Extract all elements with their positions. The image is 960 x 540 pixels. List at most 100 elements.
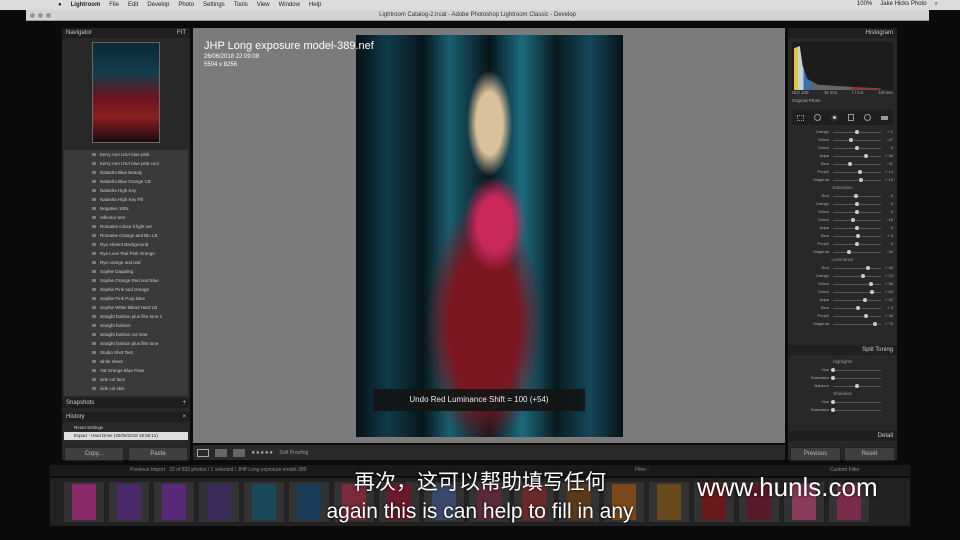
navigator-thumbnail[interactable]	[92, 42, 160, 143]
slider-knob[interactable]	[860, 274, 865, 278]
slider-value[interactable]: + 5	[887, 233, 893, 238]
slider-value[interactable]: 0	[891, 145, 893, 150]
preset-item[interactable]: Yat Orange Blue Pass	[64, 366, 188, 375]
slider-knob[interactable]	[855, 210, 859, 214]
preset-item[interactable]: Rye orange and teal	[64, 258, 188, 267]
slider-knob[interactable]	[846, 250, 851, 254]
slider-knob[interactable]	[855, 242, 859, 246]
history-item-selected[interactable]: Export - Hard Drive (30/06/2018 18:50:11…	[64, 432, 188, 440]
compare-view-icon[interactable]	[215, 448, 227, 457]
detail-header[interactable]: Detail	[788, 431, 897, 441]
slider-knob[interactable]	[855, 226, 859, 230]
preset-item[interactable]: Sophie Orange Red and Blue	[64, 276, 188, 285]
preset-item[interactable]: straight fashion	[64, 321, 188, 330]
history-header[interactable]: History ×	[62, 412, 190, 422]
slider-value[interactable]: + 14	[885, 169, 893, 174]
preset-item[interactable]: Studio Shot Test	[64, 348, 188, 357]
split-toning-header[interactable]: Split Toning	[788, 345, 897, 355]
preset-item[interactable]: Sophie White Blend Hard LB	[64, 303, 188, 312]
window-controls[interactable]	[30, 13, 51, 18]
slider-knob[interactable]	[855, 130, 860, 134]
loupe-view-icon[interactable]	[197, 448, 209, 457]
preset-item[interactable]: Romaine Orange and Blu LB	[64, 231, 188, 240]
apple-icon[interactable]: ●	[58, 2, 62, 8]
luminance-slider-green[interactable]: Green + 63	[788, 288, 897, 296]
luminance-slider-yellow[interactable]: Yellow + 58	[788, 280, 897, 288]
preset-item[interactable]: Negative 100L	[64, 204, 188, 213]
shadows-saturation-slider[interactable]: Saturation	[788, 406, 897, 414]
luminance-slider-orange[interactable]: Orange + 23	[788, 272, 897, 280]
luminance-slider-red[interactable]: Red + 46	[788, 264, 897, 272]
preset-item[interactable]: Natasha Blue Orange CB	[64, 177, 188, 186]
slider-knob[interactable]	[866, 266, 871, 270]
radial-filter-icon[interactable]	[864, 114, 871, 121]
rating-stars[interactable]: ★★★★★	[251, 450, 273, 456]
menu-app[interactable]: Lightroom	[71, 2, 101, 8]
hue-slider-aqua[interactable]: Aqua + 38	[788, 152, 897, 160]
preset-item[interactable]: Sophie Pink Purp Blue	[64, 294, 188, 303]
slider-value[interactable]: + 46	[885, 265, 893, 270]
crop-tool-icon[interactable]	[797, 114, 804, 121]
slider-knob[interactable]	[848, 138, 853, 142]
slider-knob[interactable]	[858, 178, 863, 182]
reset-button[interactable]: Reset	[844, 447, 895, 461]
slider-knob[interactable]	[864, 314, 869, 318]
slider-value[interactable]: - 16	[886, 217, 893, 222]
menu-item[interactable]: File	[109, 2, 119, 8]
slider-value[interactable]: 0	[891, 241, 893, 246]
histogram-header[interactable]: Histogram	[788, 28, 897, 38]
saturation-slider-magenta[interactable]: Magenta - 34	[788, 248, 897, 256]
preset-item[interactable]: Rye Absent Background	[64, 240, 188, 249]
luminance-slider-magenta[interactable]: Magenta + 75	[788, 320, 897, 328]
luminance-slider-purple[interactable]: Purple + 39	[788, 312, 897, 320]
slider-knob[interactable]	[858, 170, 863, 174]
saturation-slider-red[interactable]: Red - 5	[788, 192, 897, 200]
survey-view-icon[interactable]	[233, 448, 245, 457]
preset-item[interactable]: Rye Love Teal Pink Orange	[64, 249, 188, 258]
spot-removal-icon[interactable]	[814, 114, 821, 121]
hue-slider-green[interactable]: Green 0	[788, 144, 897, 152]
menu-item[interactable]: Edit	[128, 2, 138, 8]
slider-value[interactable]: 0	[891, 225, 893, 230]
slider-value[interactable]: + 75	[885, 321, 893, 326]
luminance-slider-aqua[interactable]: Aqua + 32	[788, 296, 897, 304]
preset-item[interactable]: straight fashion plus film tone	[64, 339, 188, 348]
previous-button[interactable]: Previous	[790, 447, 841, 461]
slider-value[interactable]: - 27	[886, 137, 893, 142]
paste-button[interactable]: Paste	[128, 447, 188, 461]
preset-item[interactable]: Romaine colour Il light set	[64, 222, 188, 231]
graduated-filter-icon[interactable]	[848, 114, 854, 121]
adjustment-brush-icon[interactable]	[881, 115, 888, 120]
menu-item[interactable]: Tools	[234, 2, 248, 8]
preset-item[interactable]: reflector test	[64, 213, 188, 222]
search-icon[interactable]: ⌕	[935, 1, 938, 8]
slider-value[interactable]: 0	[891, 209, 893, 214]
navigator-header[interactable]: Navigator FIT	[62, 28, 190, 38]
menu-item[interactable]: Photo	[178, 2, 194, 8]
shadows-hue-slider[interactable]: Hue	[788, 398, 897, 406]
hue-slider-blue[interactable]: Blue - 31	[788, 160, 897, 168]
slider-value[interactable]: + 58	[885, 281, 893, 286]
saturation-slider-blue[interactable]: Blue + 5	[788, 232, 897, 240]
user-name[interactable]: Jake Hicks Photo	[880, 1, 926, 8]
saturation-slider-aqua[interactable]: Aqua 0	[788, 224, 897, 232]
highlights-saturation-slider[interactable]: Saturation	[788, 374, 897, 382]
preset-item[interactable]: straight fashion col tone	[64, 330, 188, 339]
slider-value[interactable]: + 23	[885, 273, 893, 278]
preset-item[interactable]: side col face	[64, 375, 188, 384]
slider-value[interactable]: + 15	[885, 177, 893, 182]
copy-button[interactable]: Copy...	[64, 447, 124, 461]
snapshots-header[interactable]: Snapshots +	[62, 398, 190, 408]
nav-zoom[interactable]: FIT	[177, 28, 186, 38]
slider-value[interactable]: + 38	[885, 153, 893, 158]
slider-value[interactable]: - 31	[886, 161, 893, 166]
slider-knob[interactable]	[862, 298, 867, 302]
preset-item[interactable]: side col skin	[64, 384, 188, 393]
hue-slider-magenta[interactable]: Magenta + 15	[788, 176, 897, 184]
slider-knob[interactable]	[868, 282, 873, 286]
soft-proofing-checkbox[interactable]: Soft Proofing	[279, 450, 308, 456]
slider-knob[interactable]	[855, 146, 859, 150]
saturation-slider-yellow[interactable]: Yellow 0	[788, 208, 897, 216]
slider-value[interactable]: + 1	[887, 129, 893, 134]
slider-knob[interactable]	[855, 306, 860, 310]
